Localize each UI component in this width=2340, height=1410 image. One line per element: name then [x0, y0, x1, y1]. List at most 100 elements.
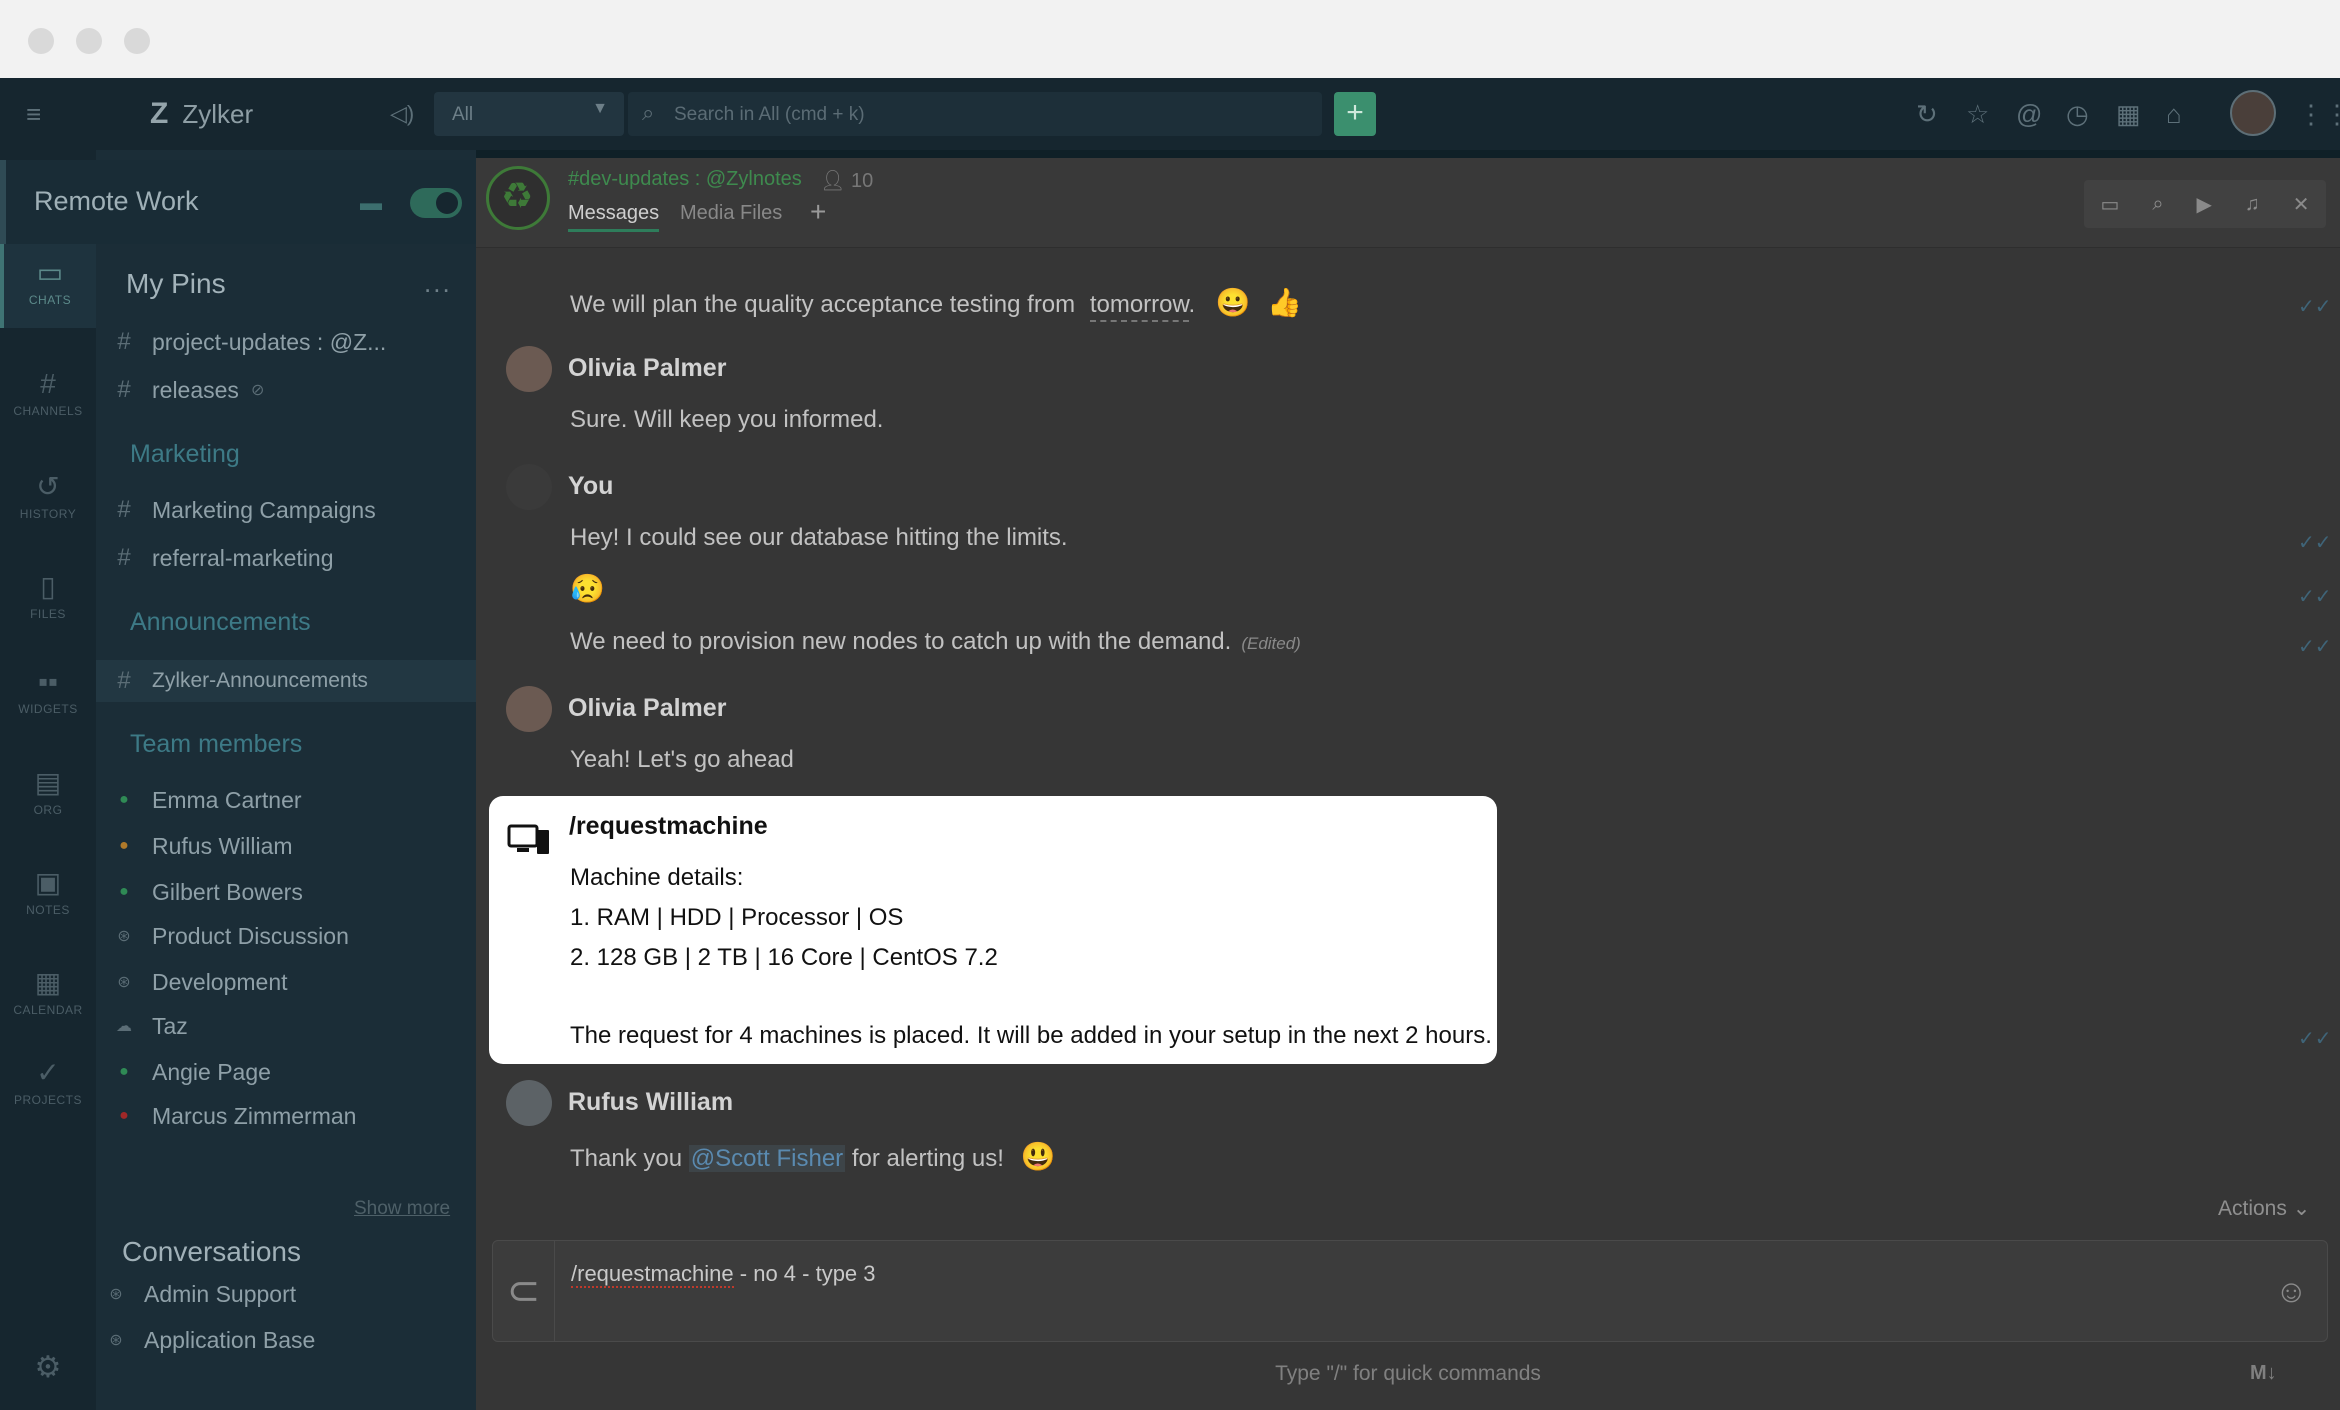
presence-icon: ●	[119, 883, 129, 900]
sender-name[interactable]: You	[568, 472, 613, 501]
channel-avatar[interactable]	[486, 166, 550, 230]
add-tab-button[interactable]: +	[810, 196, 826, 228]
sidebar-item-team-member[interactable]: ● Gilbert Bowers	[96, 872, 476, 912]
actions-dropdown[interactable]: Actions ⌄	[2218, 1196, 2310, 1221]
attachment-icon[interactable]: ⊂	[493, 1241, 555, 1341]
markdown-icon[interactable]: M↓	[2250, 1362, 2277, 1385]
rail-files[interactable]: ▯ FILES	[0, 570, 96, 621]
rail-org[interactable]: ▤ ORG	[0, 766, 96, 817]
group-icon: ⊛	[117, 974, 131, 991]
member-count[interactable]: 👤︎ 10	[820, 168, 873, 193]
rail-label: CHANNELS	[13, 404, 83, 418]
message-text: Hey! I could see our database hitting th…	[570, 524, 1068, 551]
section-team-members[interactable]: Team members	[130, 730, 302, 759]
avatar[interactable]	[506, 1080, 552, 1126]
search-icon[interactable]: ⌕	[2152, 193, 2163, 216]
avatar[interactable]	[506, 346, 552, 392]
refresh-icon[interactable]: ↻	[1916, 78, 1938, 150]
chat-panel: #dev-updates : @Zylnotes 👤︎ 10 Messages …	[476, 150, 2340, 1410]
monitor-icon[interactable]: ▬	[360, 190, 382, 216]
store-icon[interactable]: ⌂	[2166, 78, 2182, 150]
sender-name[interactable]: Olivia Palmer	[568, 354, 726, 383]
search-input[interactable]: ⌕ Search in All (cmd + k)	[628, 92, 1322, 136]
sidebar-item-team-member[interactable]: ⊛ Product Discussion	[96, 916, 476, 956]
sidebar-item-label: Zylker-Announcements	[152, 669, 368, 692]
bot-response-card: /requestmachine Machine details: 1. RAM …	[489, 796, 1497, 1064]
settings-gear-icon[interactable]: ⚙	[0, 1350, 96, 1385]
rail-widgets[interactable]: ▪▪ WIDGETS	[0, 666, 96, 716]
user-avatar[interactable]	[2230, 90, 2276, 136]
bot-command-title: /requestmachine	[569, 812, 768, 840]
rail-chats[interactable]: ▭ CHATS	[0, 244, 96, 328]
reminder-icon[interactable]: ◷	[2066, 78, 2089, 150]
date-highlight[interactable]: tomorrow	[1089, 291, 1189, 322]
hash-icon: #	[117, 544, 131, 571]
sidebar-item-team-member[interactable]: ● Angie Page	[96, 1052, 476, 1092]
card-line: 1. RAM | HDD | Processor | OS	[570, 904, 904, 931]
tab-messages[interactable]: Messages	[568, 202, 660, 232]
section-marketing[interactable]: Marketing	[130, 440, 240, 469]
rail-calendar[interactable]: ▦ CALENDAR	[0, 966, 96, 1017]
thread-icon[interactable]: ▭	[2100, 192, 2119, 217]
rail-label: HISTORY	[19, 507, 77, 521]
window-minimize-dot[interactable]	[76, 28, 102, 54]
section-announcements[interactable]: Announcements	[130, 608, 311, 637]
emoji-picker-icon[interactable]: ☺	[2275, 1273, 2308, 1310]
rail-history[interactable]: ↺ HISTORY	[0, 470, 96, 521]
close-icon[interactable]: ✕	[2293, 192, 2310, 217]
tab-media-files[interactable]: Media Files	[680, 202, 782, 225]
bell-icon[interactable]: ♫	[2245, 193, 2260, 216]
sidebar-item-releases[interactable]: # releases ⊘	[96, 370, 476, 410]
search-scope-select[interactable]: All ▼	[434, 92, 624, 136]
window-close-dot[interactable]	[28, 28, 54, 54]
message-composer[interactable]: ⊂ /requestmachine - no 4 - type 3 ☺	[492, 1240, 2328, 1342]
rail-notes[interactable]: ▣ NOTES	[0, 866, 96, 917]
sidebar-item-label: Application Base	[144, 1326, 316, 1353]
sidebar-item-label: Marcus Zimmerman	[152, 1102, 357, 1129]
workspace-toggle[interactable]	[410, 188, 462, 218]
person-icon: 👤︎	[820, 170, 851, 192]
composer-input[interactable]: /requestmachine - no 4 - type 3	[571, 1261, 876, 1288]
avatar[interactable]	[506, 464, 552, 510]
message-text: Sure. Will keep you informed.	[570, 406, 884, 433]
sender-name[interactable]: Rufus William	[568, 1088, 733, 1117]
avatar[interactable]	[506, 686, 552, 732]
star-icon[interactable]: ☆	[1966, 78, 1989, 150]
thumbs-up-emoji-icon: 👍	[1267, 287, 1303, 318]
workspace-title[interactable]: Remote Work	[34, 186, 199, 217]
rail-channels[interactable]: # CHANNELS	[0, 368, 96, 418]
top-app-bar: ≡ Z Zylker ◁) All ▼ ⌕ Search in All (cmd…	[0, 78, 2340, 150]
presence-icon: ●	[119, 1107, 129, 1124]
sidebar-item-marketing-campaigns[interactable]: # Marketing Campaigns	[96, 490, 476, 530]
sender-name[interactable]: Olivia Palmer	[568, 694, 726, 723]
channel-name[interactable]: #dev-updates : @Zylnotes	[568, 168, 802, 191]
sidebar-item-team-member[interactable]: ⊛ Development	[96, 962, 476, 1002]
sidebar-item-referral-marketing[interactable]: # referral-marketing	[96, 538, 476, 578]
rail-label: WIDGETS	[18, 702, 78, 716]
apps-grid-icon[interactable]: ⋮⋮	[2298, 78, 2340, 150]
show-more-link[interactable]: Show more	[354, 1198, 450, 1220]
sidebar-item-team-member[interactable]: ● Emma Cartner	[96, 780, 476, 820]
sidebar-item-zylker-announcements[interactable]: # Zylker-Announcements	[96, 660, 476, 702]
search-icon: ⌕	[642, 100, 655, 125]
group-icon: ⊛	[109, 1286, 123, 1303]
sidebar-item-team-member[interactable]: ☁ Taz	[96, 1006, 476, 1046]
sidebar-item-team-member[interactable]: ● Rufus William	[96, 826, 476, 866]
mention-icon[interactable]: @	[2016, 78, 2042, 150]
sidebar-item-admin-support[interactable]: ⊛ Admin Support	[88, 1274, 468, 1314]
video-icon[interactable]: ▶	[2196, 192, 2211, 217]
sidebar-item-team-member[interactable]: ● Marcus Zimmerman	[96, 1096, 476, 1136]
sidebar-item-application-base[interactable]: ⊛ Application Base	[88, 1320, 468, 1360]
calendar-icon[interactable]: ▦	[2116, 78, 2141, 150]
pins-more-button[interactable]: ...	[424, 268, 452, 299]
announce-icon[interactable]: ◁)	[390, 78, 414, 150]
rail-projects[interactable]: ✓ PROJECTS	[0, 1056, 96, 1107]
menu-icon[interactable]: ≡	[26, 78, 41, 150]
user-mention[interactable]: @Scott Fisher	[688, 1145, 846, 1172]
sidebar-item-project-updates[interactable]: # project-updates : @Z...	[96, 322, 476, 362]
message-text: Thank you @Scott Fisher for alerting us!…	[570, 1140, 1055, 1173]
message-text: Yeah! Let's go ahead	[570, 746, 794, 773]
message-body: We will plan the quality acceptance test…	[570, 291, 1076, 318]
window-maximize-dot[interactable]	[124, 28, 150, 54]
new-item-button[interactable]: +	[1334, 92, 1376, 136]
